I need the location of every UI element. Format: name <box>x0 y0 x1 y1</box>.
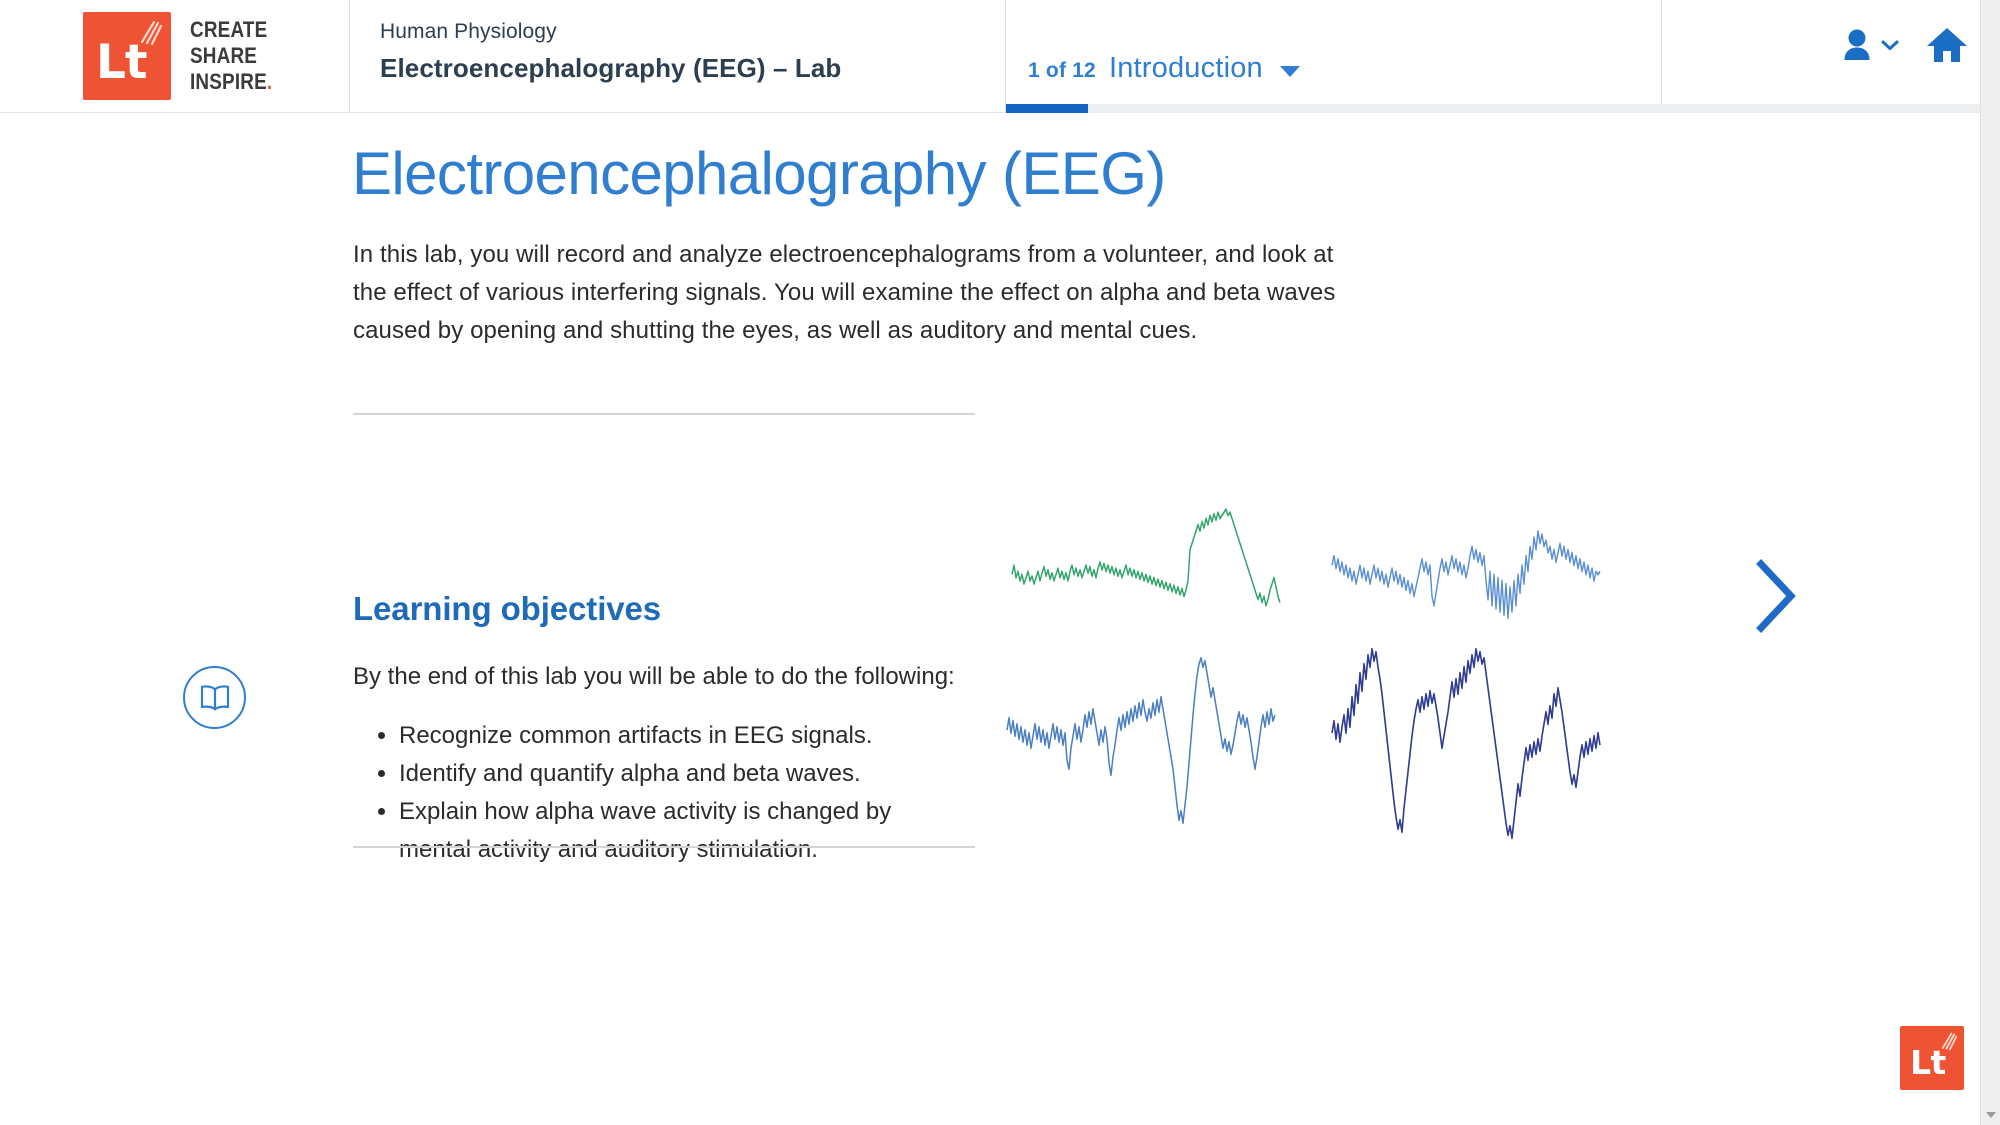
tagline-dot: . <box>267 69 272 94</box>
section-name: Introduction <box>1109 52 1263 85</box>
lesson-content: Electroencephalography (EEG) In this lab… <box>0 113 1990 1125</box>
list-item: Recognize common artifacts in EEG signal… <box>399 717 939 755</box>
lt-swoosh-icon <box>138 20 162 46</box>
list-item: Explain how alpha wave activity is chang… <box>399 793 939 869</box>
header-icon-group <box>1842 26 1968 64</box>
learning-objectives-heading: Learning objectives <box>353 590 661 628</box>
trace-top-left <box>1010 503 1280 643</box>
tagline-line-1: CREATE <box>190 17 272 43</box>
lt-logo-text: Lt <box>96 39 146 86</box>
chevron-right-icon <box>1745 556 1805 636</box>
triangle-down-icon[interactable] <box>1986 1112 1996 1118</box>
progress-track <box>1006 104 1981 113</box>
header-divider-left <box>1005 0 1006 112</box>
lt-logo-mark: Lt <box>83 12 171 100</box>
page-counter: 1 of 12 <box>1028 59 1096 83</box>
learning-objectives-lead: By the end of this lab you will be able … <box>353 660 955 694</box>
tagline-line-3-wrap: INSPIRE. <box>190 69 272 95</box>
eeg-illustration <box>1010 503 1630 903</box>
learning-objectives-badge <box>183 666 246 729</box>
header-divider-right <box>1661 0 1662 112</box>
tagline-line-3: INSPIRE <box>190 69 267 94</box>
section-selector[interactable]: 1 of 12 Introduction <box>1028 52 1300 85</box>
tagline-line-2: SHARE <box>190 43 272 69</box>
intro-paragraph: In this lab, you will record and analyze… <box>353 236 1353 350</box>
header-title-block: Human Physiology Electroencephalography … <box>380 18 980 84</box>
user-icon <box>1842 27 1876 63</box>
home-button[interactable] <box>1926 26 1968 64</box>
user-menu-button[interactable] <box>1842 27 1900 63</box>
next-page-button[interactable] <box>1745 556 1805 636</box>
chevron-down-icon <box>1280 66 1300 77</box>
list-item: Identify and quantify alpha and beta wav… <box>399 755 939 793</box>
brand-tagline: CREATE SHARE INSPIRE. <box>190 17 272 95</box>
trace-bottom-right <box>1330 628 1600 853</box>
divider-bottom <box>353 846 975 848</box>
brand-logo-zone[interactable]: Lt CREATE SHARE INSPIRE. <box>0 0 350 112</box>
lt-swoosh-icon <box>1940 1032 1957 1051</box>
course-name: Human Physiology <box>380 18 980 46</box>
page-title: Electroencephalography (EEG) <box>352 139 1166 209</box>
vertical-scrollbar[interactable] <box>1980 0 2000 1125</box>
app-header: Lt CREATE SHARE INSPIRE. Human Physiolog… <box>0 0 1990 113</box>
open-book-icon <box>199 684 231 711</box>
home-icon <box>1926 26 1968 64</box>
app-root: Lt CREATE SHARE INSPIRE. Human Physiolog… <box>0 0 2000 1125</box>
chevron-down-icon <box>1880 38 1900 52</box>
footer-lt-badge[interactable]: Lt <box>1900 1026 1964 1090</box>
progress-fill <box>1006 104 1088 113</box>
trace-top-right <box>1330 503 1600 643</box>
trace-bottom-left <box>1005 643 1275 838</box>
divider-top <box>353 413 975 415</box>
lab-title: Electroencephalography (EEG) – Lab <box>380 52 980 84</box>
